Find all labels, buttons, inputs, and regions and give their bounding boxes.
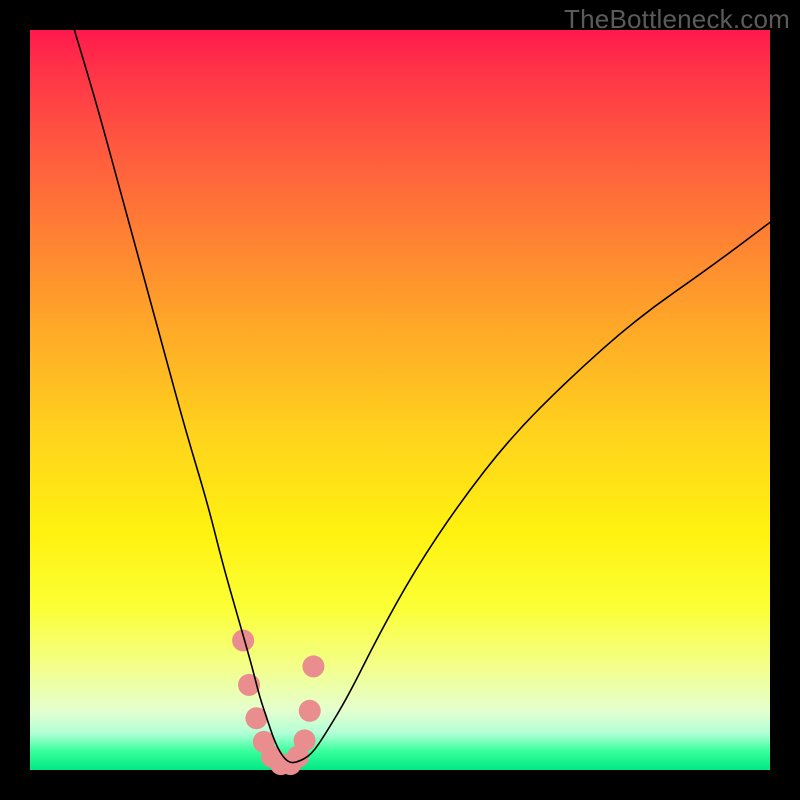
- bottleneck-curve: [74, 30, 770, 763]
- chart-svg: [30, 30, 770, 770]
- marker-dot: [294, 729, 316, 751]
- marker-dot: [302, 655, 324, 677]
- plot-area: [30, 30, 770, 770]
- marker-dot: [299, 700, 321, 722]
- chart-frame: TheBottleneck.com: [0, 0, 800, 800]
